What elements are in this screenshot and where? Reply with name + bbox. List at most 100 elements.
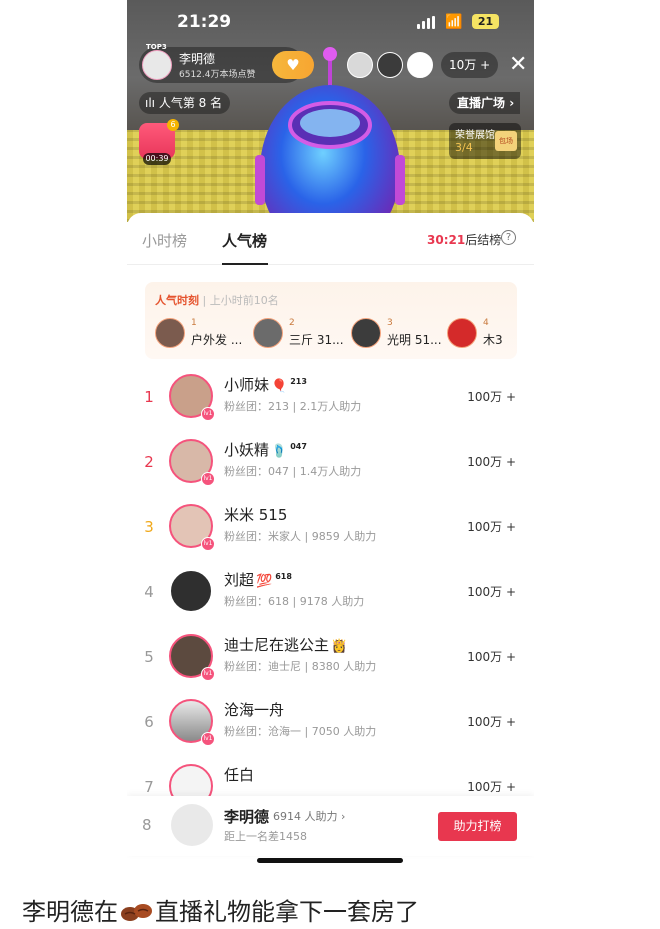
moment-rank: 4 (483, 318, 489, 328)
my-rank-number: 8 (142, 816, 152, 834)
viewer-count[interactable]: 10万 + (441, 52, 499, 78)
battery-icon: 21 (472, 14, 499, 29)
score-value: 100万 + (467, 520, 516, 534)
moment-avatar (447, 318, 477, 348)
fan-info: 粉丝团：迪士尼 | 8380 人助力 (224, 660, 377, 673)
follow-heart-button[interactable]: ♥ (272, 51, 314, 79)
ranking-row[interactable]: 5 lv1 迪士尼在逃公主 👸 粉丝团：迪士尼 | 8380 人助力 100万 + (127, 626, 534, 691)
honor-hall-badge: 包场 (495, 131, 517, 151)
my-name: 李明德 (224, 808, 270, 826)
caption-after: 直播礼物能拿下一套房了 (155, 898, 419, 926)
moment-avatar (351, 318, 381, 348)
tab-hourly[interactable]: 小时榜 (142, 230, 187, 251)
fan-level: 213 (290, 377, 307, 386)
rank-number: 2 (144, 453, 154, 471)
ranking-row[interactable]: 4 刘超 💯 618 粉丝团：618 | 9178 人助力 100万 + (127, 561, 534, 626)
streamer-name: 小师妹 🎈 213 (224, 374, 307, 395)
active-tab-indicator (222, 263, 268, 265)
bean-icon (121, 904, 152, 921)
live-plaza-button[interactable]: 直播广场 › (449, 92, 521, 114)
rank-number: 7 (144, 778, 154, 796)
viewer-avatar[interactable] (377, 52, 403, 78)
caption-before: 李明德在 (22, 898, 118, 926)
viewer-avatars[interactable] (347, 52, 433, 78)
my-rank-bar: 8 李明德 6914 人助力 › 距上一名差1458 助力打榜 (127, 796, 534, 856)
heart-icon: ♥ (286, 56, 300, 74)
gift-box-button[interactable]: 6 00:39 (139, 119, 179, 165)
moment-rank: 1 (191, 318, 197, 328)
streamer-name-text: 小妖精 (224, 441, 270, 459)
rank-number: 6 (144, 713, 154, 731)
fan-club: 粉丝团：047 (224, 465, 289, 478)
streamer-name-text: 任白 (224, 766, 255, 784)
help-icon[interactable]: ? (501, 230, 516, 245)
fan-info: 粉丝团：米家人 | 9859 人助力 (224, 530, 377, 543)
my-help-count[interactable]: 6914 人助力 › (273, 808, 345, 824)
viewer-avatar[interactable] (347, 52, 373, 78)
fan-badge-icon: lv1 (201, 667, 215, 681)
gap-to-previous: 距上一名差1458 (224, 830, 307, 843)
moment-name: 光明 51... (387, 333, 442, 347)
fan-club: 粉丝团：沧海一 (224, 725, 301, 738)
viewer-avatar[interactable] (407, 52, 433, 78)
close-icon[interactable]: ✕ (509, 52, 527, 78)
moment-rank: 2 (289, 318, 295, 328)
home-indicator[interactable] (257, 858, 403, 863)
fan-info: 粉丝团：213 | 2.1万人助力 (224, 400, 362, 413)
fan-level: 047 (290, 442, 307, 451)
moment-title: 人气时刻 (155, 294, 199, 307)
fan-info: 粉丝团：沧海一 | 7050 人助力 (224, 725, 377, 738)
streamer-name-text: 刘超 (224, 571, 255, 589)
post-caption: 李明德在 直播礼物能拿下一套房了 (22, 892, 419, 927)
popularity-moment-card[interactable]: 人气时刻 | 上小时前10名 1 户外发 ... 2 三斤 31... 3 光明… (145, 282, 517, 359)
streamer-name: 沧海一舟 (224, 699, 284, 720)
help-count: 7050 人助力 (311, 725, 377, 738)
ranking-row[interactable]: 6 lv1 沧海一舟 粉丝团：沧海一 | 7050 人助力 100万 + (127, 691, 534, 756)
score-value: 100万 + (467, 715, 516, 729)
rank-number: 3 (144, 518, 154, 536)
anchor-avatar[interactable] (142, 50, 172, 80)
balloon-icon: 🎈 (271, 379, 288, 394)
fan-info: 粉丝团：618 | 9178 人助力 (224, 595, 365, 608)
score-value: 100万 + (467, 455, 516, 469)
hundred-icon: 💯 (256, 574, 273, 589)
fan-badge-icon: lv1 (201, 537, 215, 551)
fan-club: 粉丝团：213 (224, 400, 289, 413)
honor-hall-title: 荣誉展馆 (455, 130, 495, 141)
moment-name: 木3 (483, 333, 503, 347)
streamer-name: 任白 (224, 764, 254, 785)
anchor-info[interactable]: TOP3 李明德 6512.4万本场点赞 ♥ (139, 43, 314, 83)
wifi-icon: 📶 (445, 14, 463, 30)
streamer-name-text: 沧海一舟 (224, 701, 285, 719)
ranking-row[interactable]: 1 lv1 小师妹 🎈 213 粉丝团：213 | 2.1万人助力 100万 + (127, 366, 534, 431)
streamer-name-text: 迪士尼在逃公主 (224, 636, 330, 654)
moment-name: 三斤 31... (289, 333, 344, 347)
my-avatar[interactable] (171, 804, 213, 846)
boost-rank-button[interactable]: 助力打榜 (438, 812, 517, 841)
streamer-avatar[interactable] (169, 569, 213, 613)
status-time: 21:29 (177, 12, 232, 32)
score-value: 100万 + (467, 390, 516, 404)
tab-popularity[interactable]: 人气榜 (222, 230, 267, 251)
streamer-name-text: 米米 515 (224, 506, 288, 524)
popularity-rank-chip[interactable]: ılı 人气第 8 名 (139, 92, 231, 114)
ranking-sheet: 小时榜 人气榜 30:21后结榜 ? 人气时刻 | 上小时前10名 1 户外发 … (127, 213, 534, 870)
honor-hall-button[interactable]: 荣誉展馆 3/4 包场 (449, 123, 521, 159)
bar-chart-icon: ılı (145, 96, 156, 110)
moment-item[interactable]: 4 木3 (447, 318, 507, 350)
streamer-name: 迪士尼在逃公主 👸 (224, 634, 347, 655)
ranking-row[interactable]: 2 lv1 小妖精 🩴 047 粉丝团：047 | 1.4万人助力 100万 + (127, 431, 534, 496)
fan-badge-icon: lv1 (201, 407, 215, 421)
signal-icon (417, 16, 435, 29)
rank-number: 1 (144, 388, 154, 406)
rank-number: 4 (144, 583, 154, 601)
help-count: 2.1万人助力 (299, 400, 362, 413)
fan-badge-icon: lv1 (201, 732, 215, 746)
ranking-row[interactable]: 3 lv1 米米 515 粉丝团：米家人 | 9859 人助力 100万 + (127, 496, 534, 561)
streamer-name: 米米 515 (224, 504, 287, 525)
plaza-label: 直播广场 (457, 96, 506, 110)
help-count: 8380 人助力 (311, 660, 377, 673)
rank-number: 5 (144, 648, 154, 666)
streamer-name-text: 小师妹 (224, 376, 270, 394)
fan-club: 粉丝团：618 (224, 595, 289, 608)
